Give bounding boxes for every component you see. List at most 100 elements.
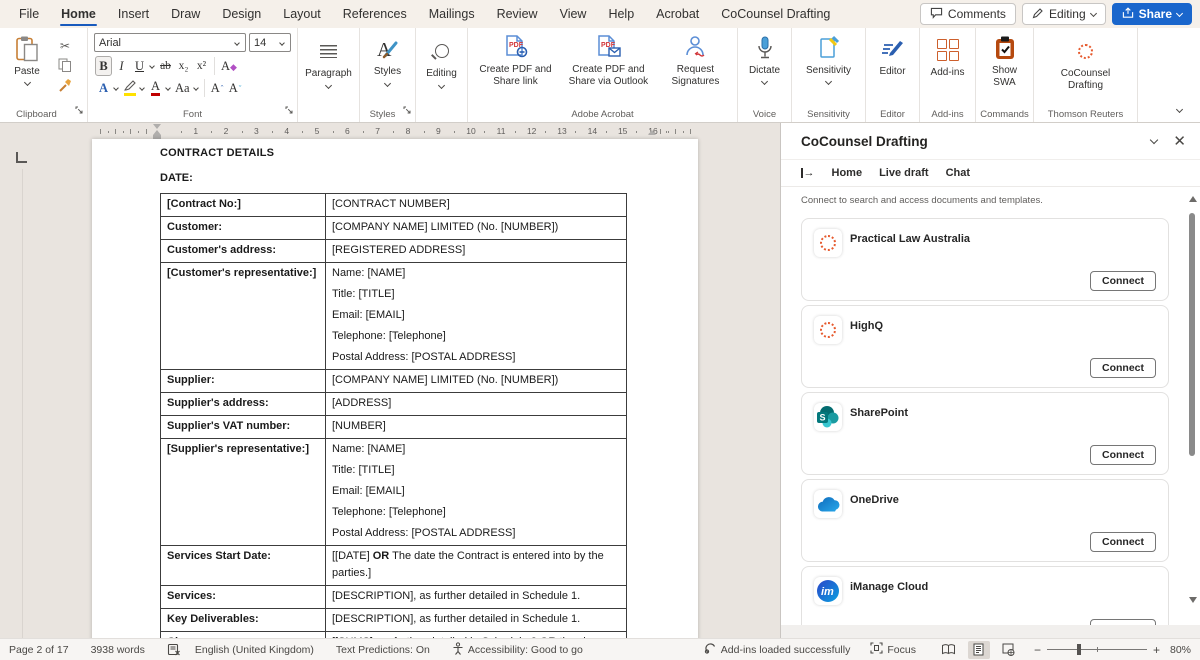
clipboard-dialog-launcher[interactable]: [75, 102, 84, 120]
menu-tab-mailings[interactable]: Mailings: [418, 0, 486, 28]
grow-font-button[interactable]: Aˆ: [209, 78, 226, 98]
menu-tab-view[interactable]: View: [549, 0, 598, 28]
tab-home[interactable]: Home: [832, 167, 863, 179]
connect-button[interactable]: Connect: [1090, 271, 1156, 291]
row-value-cell[interactable]: [[DATE] OR The date the Contract is ente…: [326, 546, 627, 586]
table-row[interactable]: Supplier's address:[ADDRESS]: [161, 393, 627, 416]
zoom-in-button[interactable]: +: [1153, 643, 1160, 657]
font-name-combobox[interactable]: Arial: [94, 33, 246, 52]
table-row[interactable]: Services Start Date:[[DATE] OR The date …: [161, 546, 627, 586]
editing-button[interactable]: Editing: [420, 32, 463, 88]
table-row[interactable]: [Contract No:][CONTRACT NUMBER]: [161, 194, 627, 217]
dictate-button[interactable]: Dictate: [742, 32, 787, 84]
horizontal-ruler[interactable]: 12345678910111213141516: [0, 123, 780, 139]
menu-tab-file[interactable]: File: [8, 0, 50, 28]
row-value-cell[interactable]: [ADDRESS]: [326, 393, 627, 416]
collapse-ribbon-chevron[interactable]: [1176, 106, 1183, 113]
row-label-cell[interactable]: Customer's address:: [161, 240, 326, 263]
styles-dialog-launcher[interactable]: [403, 102, 412, 120]
table-row[interactable]: Key Deliverables:[DESCRIPTION], as furth…: [161, 609, 627, 632]
create-pdf-share-link-button[interactable]: PDF Create PDF and Share link: [472, 32, 559, 106]
text-effects-button[interactable]: A: [95, 78, 112, 98]
zoom-level-indicator[interactable]: 80%: [1170, 644, 1191, 656]
styles-button[interactable]: A Styles: [364, 32, 411, 86]
editor-button[interactable]: Editor: [870, 32, 915, 78]
read-mode-view-button[interactable]: [938, 641, 960, 659]
paste-button[interactable]: Paste: [4, 32, 50, 106]
menu-tab-help[interactable]: Help: [597, 0, 645, 28]
connect-button[interactable]: Connect: [1090, 445, 1156, 465]
proofing-status-icon[interactable]: [167, 643, 181, 656]
menu-tab-layout[interactable]: Layout: [272, 0, 332, 28]
zoom-out-button[interactable]: −: [1034, 643, 1041, 657]
document-page[interactable]: CONTRACT DETAILS DATE: [Contract No:][CO…: [92, 139, 698, 638]
row-value-cell[interactable]: Name: [NAME]Title: [TITLE]Email: [EMAIL]…: [326, 263, 627, 370]
document-content[interactable]: CONTRACT DETAILS DATE: [Contract No:][CO…: [92, 139, 698, 638]
row-label-cell[interactable]: [Contract No:]: [161, 194, 326, 217]
print-layout-view-button[interactable]: [968, 641, 990, 659]
right-indent-marker[interactable]: [648, 130, 656, 135]
highlight-color-button[interactable]: [121, 78, 138, 98]
row-value-cell[interactable]: [REGISTERED ADDRESS]: [326, 240, 627, 263]
table-row[interactable]: [Customer's representative:]Name: [NAME]…: [161, 263, 627, 370]
table-row[interactable]: [Supplier's representative:]Name: [NAME]…: [161, 439, 627, 546]
clear-formatting-button[interactable]: A◆: [219, 56, 239, 76]
scrollbar-thumb[interactable]: [1189, 213, 1195, 456]
row-label-cell[interactable]: Services:: [161, 586, 326, 609]
row-value-cell[interactable]: [DESCRIPTION], as further detailed in Sc…: [326, 609, 627, 632]
connect-button[interactable]: Connect: [1090, 532, 1156, 552]
shrink-font-button[interactable]: Aˇ: [227, 78, 244, 98]
page-indicator[interactable]: Page 2 of 17: [9, 644, 69, 656]
menu-tab-draw[interactable]: Draw: [160, 0, 211, 28]
first-line-indent-marker[interactable]: [153, 124, 161, 129]
font-dialog-launcher[interactable]: [285, 102, 294, 120]
menu-tab-design[interactable]: Design: [211, 0, 272, 28]
superscript-button[interactable]: x²: [193, 56, 210, 76]
row-label-cell[interactable]: Supplier:: [161, 370, 326, 393]
underline-button[interactable]: U: [131, 56, 148, 76]
row-label-cell[interactable]: Key Deliverables:: [161, 609, 326, 632]
change-case-button[interactable]: Aa: [173, 78, 192, 98]
menu-tab-insert[interactable]: Insert: [107, 0, 160, 28]
addins-status[interactable]: Add-ins loaded successfully: [704, 642, 851, 657]
row-value-cell[interactable]: [COMPANY NAME] LIMITED (No. [NUMBER]): [326, 217, 627, 240]
date-heading[interactable]: DATE:: [160, 172, 698, 184]
row-label-cell[interactable]: Services Start Date:: [161, 546, 326, 586]
addins-button[interactable]: Add-ins: [924, 32, 971, 79]
cocounsel-drafting-button[interactable]: CoCounsel Drafting: [1038, 32, 1133, 91]
zoom-slider[interactable]: [1047, 644, 1147, 655]
row-label-cell[interactable]: [Supplier's representative:]: [161, 439, 326, 546]
task-pane-scrollbar[interactable]: [1188, 196, 1197, 618]
tab-stop-selector[interactable]: [16, 152, 27, 163]
sensitivity-button[interactable]: Sensitivity: [796, 32, 861, 84]
task-pane-close-icon[interactable]: ✕: [1173, 134, 1186, 149]
font-color-button[interactable]: A: [147, 78, 164, 98]
row-label-cell[interactable]: Supplier's VAT number:: [161, 416, 326, 439]
row-label-cell[interactable]: Supplier's address:: [161, 393, 326, 416]
row-value-cell[interactable]: [COMPANY NAME] LIMITED (No. [NUMBER]): [326, 370, 627, 393]
request-signatures-button[interactable]: Request Signatures: [658, 32, 733, 106]
comments-button[interactable]: Comments: [920, 3, 1016, 25]
editing-mode-button[interactable]: Editing: [1022, 3, 1106, 25]
menu-tab-review[interactable]: Review: [486, 0, 549, 28]
create-pdf-share-outlook-button[interactable]: PDF Create PDF and Share via Outlook: [559, 32, 658, 106]
word-count[interactable]: 3938 words: [91, 644, 145, 656]
subscript-button[interactable]: x₂: [175, 56, 192, 76]
task-pane-collapse-chevron[interactable]: [1150, 136, 1158, 144]
show-swa-button[interactable]: Show SWA: [980, 32, 1029, 88]
scroll-up-arrow-icon[interactable]: [1189, 196, 1197, 202]
scroll-down-arrow-icon[interactable]: [1189, 597, 1197, 603]
menu-tab-acrobat[interactable]: Acrobat: [645, 0, 710, 28]
connect-button[interactable]: Connect: [1090, 358, 1156, 378]
contract-details-table[interactable]: [Contract No:][CONTRACT NUMBER]Customer:…: [160, 193, 627, 638]
underline-options-chevron[interactable]: [149, 63, 155, 69]
strikethrough-button[interactable]: ab: [157, 56, 174, 76]
table-row[interactable]: Services:[DESCRIPTION], as further detai…: [161, 586, 627, 609]
table-row[interactable]: Customer:[COMPANY NAME] LIMITED (No. [NU…: [161, 217, 627, 240]
tab-live-draft[interactable]: Live draft: [879, 167, 929, 179]
menu-tab-cocounsel-drafting[interactable]: CoCounsel Drafting: [710, 0, 841, 28]
zoom-slider-thumb[interactable]: [1077, 644, 1081, 655]
row-value-cell[interactable]: Name: [NAME]Title: [TITLE]Email: [EMAIL]…: [326, 439, 627, 546]
bold-button[interactable]: B: [95, 56, 112, 76]
font-size-combobox[interactable]: 14: [249, 33, 291, 52]
